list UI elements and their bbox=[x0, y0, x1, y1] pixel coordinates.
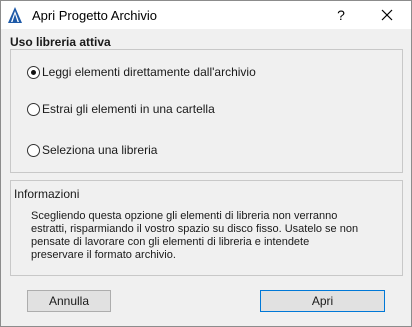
archicad-icon bbox=[8, 7, 22, 23]
radio-label: Leggi elementi direttamente dall'archivi… bbox=[42, 65, 256, 79]
radio-label: Seleziona una libreria bbox=[42, 143, 158, 157]
info-line: Scegliendo questa opzione gli elementi d… bbox=[31, 210, 338, 222]
info-line: preservare il formato archivio. bbox=[31, 249, 176, 261]
library-section-title: Uso libreria attiva bbox=[10, 35, 111, 49]
info-box: Informazioni Scegliendo questa opzione g… bbox=[10, 180, 403, 276]
dialog-window: Apri Progetto Archivio ? Uso libreria at… bbox=[0, 0, 412, 327]
help-button[interactable]: ? bbox=[326, 1, 356, 29]
radio-button-checked[interactable] bbox=[27, 66, 40, 79]
radio-button[interactable] bbox=[27, 103, 40, 116]
radio-button[interactable] bbox=[27, 144, 40, 157]
cancel-button[interactable]: Annulla bbox=[27, 290, 111, 312]
info-line: pensate di lavorare con gli elementi di … bbox=[31, 236, 310, 248]
close-button[interactable] bbox=[371, 1, 403, 29]
info-line: estratti, risparmiando il vostro spazio … bbox=[31, 223, 359, 235]
info-description: Scegliendo questa opzione gli elementi d… bbox=[31, 210, 396, 262]
window-title: Apri Progetto Archivio bbox=[32, 8, 158, 23]
radio-label: Estrai gli elementi in una cartella bbox=[42, 102, 215, 116]
open-button[interactable]: Apri bbox=[260, 290, 385, 312]
close-icon bbox=[381, 9, 393, 21]
info-title: Informazioni bbox=[14, 187, 80, 201]
title-bar: Apri Progetto Archivio ? bbox=[1, 1, 411, 29]
